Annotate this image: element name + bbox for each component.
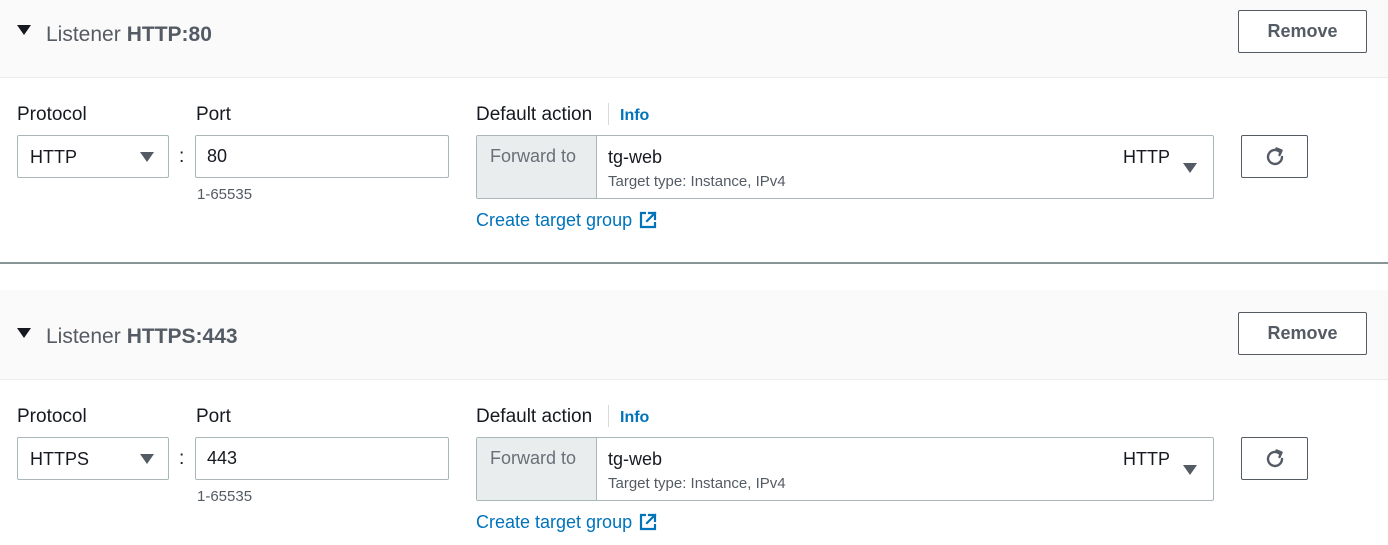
create-target-group-label: Create target group — [476, 210, 633, 230]
protocol-label: Protocol — [17, 406, 87, 427]
chevron-down-icon — [1183, 465, 1197, 475]
protocol-select[interactable]: HTTPS — [17, 437, 169, 480]
colon-separator: : — [179, 146, 185, 167]
external-link-icon — [639, 211, 657, 229]
target-group-type: Target type: Instance, IPv4 — [608, 475, 786, 492]
port-hint: 1-65535 — [197, 488, 253, 505]
listener-title-value: HTTPS:443 — [126, 325, 238, 348]
protocol-select[interactable]: HTTP — [17, 135, 169, 178]
target-group-protocol: HTTP — [1123, 147, 1170, 167]
forward-to-prefix: Forward to — [477, 438, 597, 500]
chevron-down-icon — [140, 454, 154, 464]
listener-title-label: Listener — [46, 23, 121, 46]
section-gap — [0, 264, 1388, 290]
info-link[interactable]: Info — [620, 106, 649, 126]
remove-button[interactable]: Remove — [1238, 10, 1367, 53]
port-input[interactable] — [195, 135, 449, 178]
protocol-select-value: HTTP — [30, 147, 77, 167]
default-action-label: Default action — [476, 406, 593, 427]
protocol-select-value: HTTPS — [30, 449, 90, 469]
listener-title[interactable]: Listener HTTP:80 — [46, 22, 212, 48]
port-input[interactable] — [195, 437, 449, 480]
colon-separator: : — [179, 448, 185, 469]
refresh-button[interactable] — [1241, 437, 1308, 480]
refresh-icon — [1266, 147, 1284, 166]
info-separator — [608, 405, 609, 427]
listener-http-80: Listener HTTP:80 Remove Protocol Port Def… — [0, 0, 1388, 262]
listener-title-label: Listener — [46, 325, 121, 348]
info-separator — [608, 103, 609, 125]
forward-to-label: Forward to — [490, 146, 577, 166]
default-action-select[interactable]: Forward to tg-web Target type: Instance,… — [476, 437, 1214, 501]
create-target-group-link[interactable]: Create target group — [476, 209, 658, 231]
target-group-protocol: HTTP — [1123, 449, 1170, 469]
default-action-label: Default action — [476, 104, 593, 125]
forward-to-prefix: Forward to — [477, 136, 597, 198]
caret-down-icon[interactable] — [17, 328, 31, 338]
target-group-type: Target type: Instance, IPv4 — [608, 173, 786, 190]
chevron-down-icon — [1183, 163, 1197, 173]
create-target-group-label: Create target group — [476, 512, 633, 532]
default-action-select[interactable]: Forward to tg-web Target type: Instance,… — [476, 135, 1214, 199]
listener-title[interactable]: Listener HTTPS:443 — [46, 324, 238, 350]
refresh-icon — [1266, 449, 1284, 468]
create-target-group-link[interactable]: Create target group — [476, 511, 658, 533]
listener-https-443: Listener HTTPS:443 Remove Protocol Port D… — [0, 290, 1388, 545]
listener-header: Listener HTTP:80 Remove — [0, 0, 1388, 78]
port-hint: 1-65535 — [197, 186, 253, 203]
remove-button[interactable]: Remove — [1238, 312, 1367, 355]
caret-down-icon[interactable] — [17, 25, 31, 35]
target-group-name: tg-web — [608, 449, 663, 469]
chevron-down-icon — [140, 152, 154, 162]
protocol-label: Protocol — [17, 104, 87, 125]
external-link-icon — [639, 513, 657, 531]
listener-header: Listener HTTPS:443 Remove — [0, 290, 1388, 380]
forward-to-label: Forward to — [490, 448, 577, 468]
target-group-name: tg-web — [608, 147, 663, 167]
info-link[interactable]: Info — [620, 408, 649, 428]
port-label: Port — [196, 406, 231, 427]
listener-title-value: HTTP:80 — [126, 23, 212, 46]
port-label: Port — [196, 104, 231, 125]
refresh-button[interactable] — [1241, 135, 1308, 178]
